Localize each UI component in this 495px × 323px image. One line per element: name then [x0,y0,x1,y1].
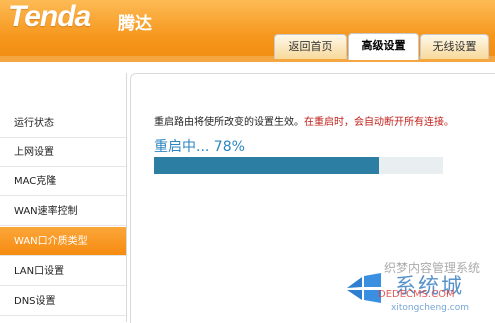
reboot-warning-text: 在重启时，会自动断开所有连接。 [304,117,454,128]
tenda-logo-cn: 腾达 [118,14,152,34]
sidebar-item-lan[interactable]: LAN口设置 [0,257,126,286]
sidebar-item-mac-clone[interactable]: MAC克隆 [0,167,126,196]
sidebar-item-dns[interactable]: DNS设置 [0,287,126,316]
sidebar-item-internet[interactable]: 上网设置 [0,138,126,167]
sidebar-item-status[interactable]: 运行状态 [0,109,126,138]
sidebar-item-wan-rate[interactable]: WAN速率控制 [0,197,126,226]
tab-advanced-settings[interactable]: 高级设置 [348,33,419,60]
watermark-url: xitongcheng.com [391,303,469,313]
sidebar-item-wan-media[interactable]: WAN口介质类型 [0,227,126,256]
tab-wireless-settings[interactable]: 无线设置 [420,34,489,59]
reboot-progress-fill [154,157,380,174]
reboot-notice: 重启路由将使所改变的设置生效。在重启时，会自动断开所有连接。 [154,113,454,128]
header-bar: Tenda 腾达 返回首页 高级设置 无线设置 [0,0,495,62]
tab-home[interactable]: 返回首页 [274,34,347,59]
sidebar: 运行状态 上网设置 MAC克隆 WAN速率控制 WAN口介质类型 LAN口设置 … [0,73,127,322]
tenda-logo: Tenda [8,0,91,33]
reboot-progress-bar [154,157,443,174]
reboot-progress-label: 重启中... 78% [154,139,245,155]
watermark-site: DEDECMS.COM [378,289,455,300]
reboot-notice-text: 重启路由将使所改变的设置生效。 [154,117,304,128]
